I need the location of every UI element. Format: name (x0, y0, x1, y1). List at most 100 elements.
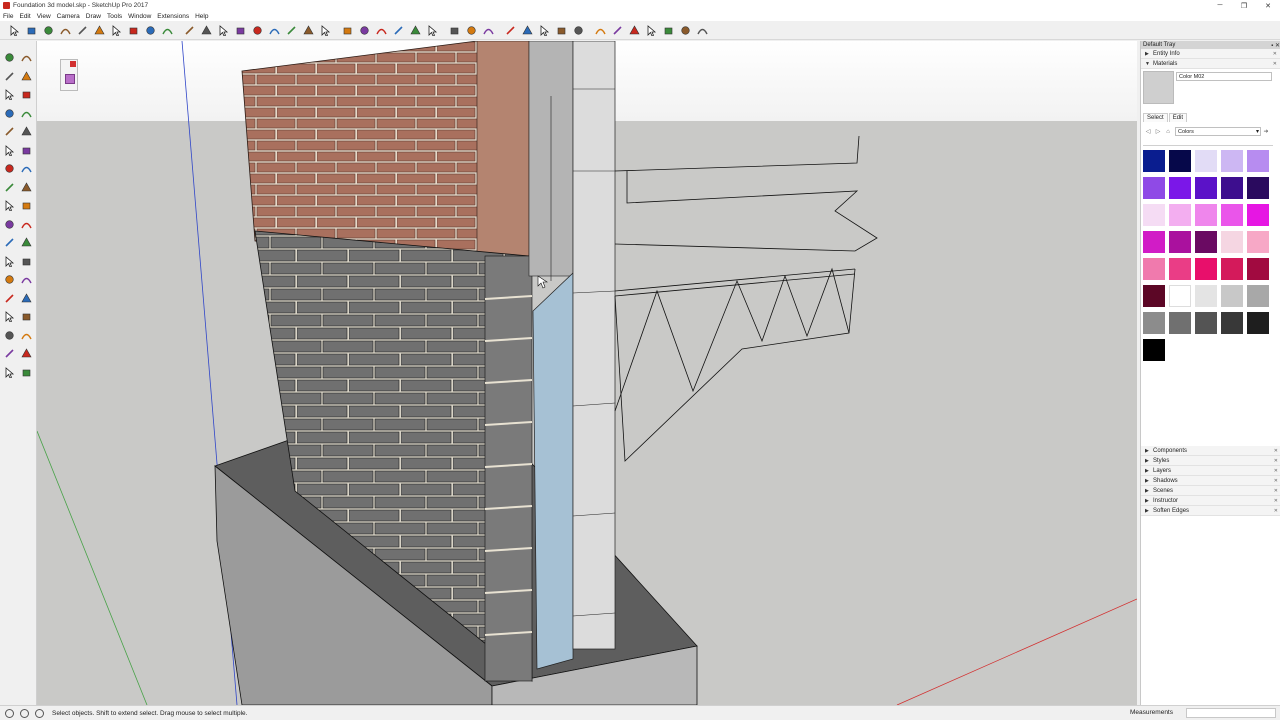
protractor-icon[interactable] (268, 24, 280, 36)
material-swatch[interactable] (1221, 312, 1243, 334)
panel-instructor[interactable]: ▶ Instructor ✕ (1141, 496, 1280, 506)
material-swatch[interactable] (1247, 285, 1269, 307)
material-swatch[interactable] (1143, 312, 1165, 334)
rectangle-icon[interactable] (3, 107, 16, 120)
text-icon[interactable] (20, 236, 33, 249)
menu-extensions[interactable]: Extensions (157, 13, 189, 20)
menu-tools[interactable]: Tools (107, 13, 122, 20)
material-swatch[interactable] (1169, 204, 1191, 226)
forward-arrow-icon[interactable]: ▷ (1153, 128, 1163, 135)
top-view-icon[interactable] (628, 24, 640, 36)
material-swatch[interactable] (1221, 150, 1243, 172)
xray-icon[interactable] (504, 24, 516, 36)
paint-bucket-icon[interactable] (3, 70, 16, 83)
zoom-window-icon[interactable] (392, 24, 404, 36)
axes-icon[interactable] (20, 255, 33, 268)
restore-button[interactable]: ❐ (1232, 0, 1256, 11)
push-pull-icon[interactable] (20, 181, 33, 194)
material-swatch[interactable] (1221, 204, 1243, 226)
zoom-icon[interactable] (3, 310, 16, 323)
back-arrow-icon[interactable]: ◁ (1143, 128, 1153, 135)
material-swatch[interactable] (1169, 177, 1191, 199)
arc-icon[interactable] (3, 144, 16, 157)
panel-entity-info[interactable]: ▶ Entity Info ✕ (1141, 49, 1280, 59)
home-icon[interactable]: ⌂ (1163, 129, 1173, 135)
tape-measure-icon[interactable] (234, 24, 246, 36)
panel-scenes[interactable]: ▶ Scenes ✕ (1141, 486, 1280, 496)
polygon-icon[interactable] (20, 125, 33, 138)
walk-icon[interactable] (3, 366, 16, 379)
panel-close-icon[interactable]: ✕ (1273, 51, 1277, 57)
circle-icon[interactable] (93, 24, 105, 36)
panel-close-icon[interactable]: ✕ (1274, 508, 1278, 514)
iso-view-icon[interactable] (611, 24, 623, 36)
tab-edit[interactable]: Edit (1168, 113, 1188, 122)
rotate-icon[interactable] (3, 199, 16, 212)
zoom-window-icon[interactable] (20, 310, 33, 323)
material-swatch[interactable] (1143, 285, 1165, 307)
orbit-icon[interactable] (3, 292, 16, 305)
zoom-extents-icon[interactable] (409, 24, 421, 36)
shaded-textures-icon[interactable] (572, 24, 584, 36)
section-plane-icon[interactable] (482, 24, 494, 36)
material-swatch[interactable] (1221, 285, 1243, 307)
line-icon[interactable] (42, 24, 54, 36)
pan-icon[interactable] (358, 24, 370, 36)
dimension-icon[interactable] (3, 273, 16, 286)
circle-icon[interactable] (3, 125, 16, 138)
position-camera-icon[interactable] (426, 24, 438, 36)
material-swatch[interactable] (1143, 258, 1165, 280)
material-swatch[interactable] (1169, 231, 1191, 253)
tray-pin-icon[interactable]: ▪ ✕ (1271, 42, 1280, 49)
panel-close-icon[interactable]: ✕ (1274, 498, 1278, 504)
floating-mini-toolbar[interactable] (60, 59, 78, 91)
look-around-icon[interactable] (465, 24, 477, 36)
follow-me-icon[interactable] (20, 199, 33, 212)
pan-icon[interactable] (20, 292, 33, 305)
rigid-insulation[interactable] (532, 272, 574, 670)
position-camera-icon[interactable] (3, 347, 16, 360)
measurements-input[interactable] (1186, 708, 1276, 718)
material-swatch[interactable] (1195, 150, 1217, 172)
rectangle-icon[interactable] (76, 24, 88, 36)
move-icon[interactable] (3, 181, 16, 194)
back-view-icon[interactable] (679, 24, 691, 36)
shaded-icon[interactable] (555, 24, 567, 36)
material-swatch[interactable] (1143, 339, 1165, 361)
dimension-icon[interactable] (251, 24, 263, 36)
material-swatch[interactable] (1221, 231, 1243, 253)
credits-icon[interactable] (20, 708, 29, 718)
section-plane-icon[interactable] (20, 366, 33, 379)
arc-three-point-icon[interactable] (20, 162, 33, 175)
wall-sheathing[interactable] (528, 41, 574, 281)
tape-measure-icon[interactable] (3, 236, 16, 249)
collection-select[interactable]: Colors (1175, 127, 1261, 136)
polygon-icon[interactable] (110, 24, 122, 36)
line-icon[interactable] (3, 88, 16, 101)
material-swatch[interactable] (1143, 204, 1165, 226)
menu-draw[interactable]: Draw (86, 13, 101, 20)
menu-help[interactable]: Help (195, 13, 208, 20)
move-icon[interactable] (144, 24, 156, 36)
material-swatch[interactable] (1143, 177, 1165, 199)
material-swatch[interactable] (1143, 231, 1165, 253)
front-view-icon[interactable] (645, 24, 657, 36)
wood-stud-wall[interactable] (572, 41, 616, 650)
offset-icon[interactable] (20, 218, 33, 231)
panel-styles[interactable]: ▶ Styles ✕ (1141, 456, 1280, 466)
material-swatch[interactable] (1195, 177, 1217, 199)
panel-shadows[interactable]: ▶ Shadows ✕ (1141, 476, 1280, 486)
look-around-icon[interactable] (20, 347, 33, 360)
offset-icon[interactable] (200, 24, 212, 36)
panel-close-icon[interactable]: ✕ (1274, 468, 1278, 474)
previous-view-icon[interactable] (20, 329, 33, 342)
panel-materials[interactable]: ▼ Materials ✕ (1141, 59, 1280, 69)
material-swatch[interactable] (1195, 285, 1217, 307)
tab-select[interactable]: Select (1143, 113, 1168, 122)
material-swatch[interactable] (1247, 204, 1269, 226)
material-swatch[interactable] (1247, 150, 1269, 172)
text-icon[interactable] (285, 24, 297, 36)
freehand-icon[interactable] (20, 88, 33, 101)
material-swatch[interactable] (1169, 150, 1191, 172)
material-swatch[interactable] (1169, 285, 1191, 307)
